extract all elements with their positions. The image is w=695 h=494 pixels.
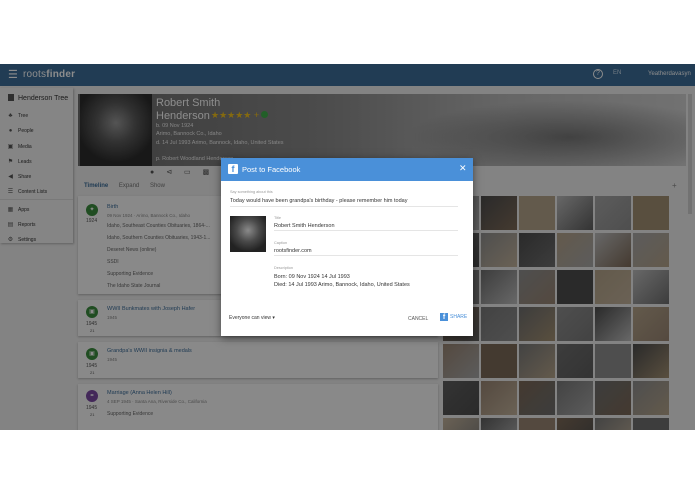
facebook-icon: f bbox=[440, 313, 448, 321]
title-field[interactable]: Robert Smith Henderson bbox=[274, 223, 458, 231]
description-field[interactable]: Born: 09 Nov 1924 14 Jul 1993 Died: 14 J… bbox=[274, 273, 458, 289]
caption-label: Caption bbox=[274, 241, 288, 245]
facebook-icon: f bbox=[228, 164, 238, 174]
caption-field[interactable]: rootsfinder.com bbox=[274, 248, 458, 256]
dialog-header: f Post to Facebook ✕ bbox=[221, 158, 473, 181]
message-input[interactable]: Today would have been grandpa's birthday… bbox=[230, 198, 458, 207]
close-icon[interactable]: ✕ bbox=[459, 163, 467, 174]
audience-select[interactable]: Everyone can view ▾ bbox=[229, 315, 275, 321]
description-line-2: Died: 14 Jul 1993 Arimo, Bannock, Idaho,… bbox=[274, 282, 410, 288]
post-to-facebook-dialog: f Post to Facebook ✕ Say something about… bbox=[221, 158, 473, 336]
description-label: Description bbox=[274, 266, 293, 270]
share-label: SHARE bbox=[450, 314, 468, 320]
title-label: Title bbox=[274, 216, 282, 220]
cancel-button[interactable]: CANCEL bbox=[408, 316, 428, 322]
dialog-title: Post to Facebook bbox=[242, 165, 301, 174]
audience-value: Everyone can view bbox=[229, 315, 271, 321]
share-button[interactable]: f SHARE bbox=[440, 313, 467, 321]
message-label: Say something about this bbox=[230, 190, 273, 194]
chevron-down-icon: ▾ bbox=[272, 315, 275, 321]
description-line-1: Born: 09 Nov 1924 14 Jul 1993 bbox=[274, 274, 350, 280]
app-window: ☰ rootsfinder ? EN Yeatherdavasyn Hender… bbox=[0, 64, 695, 430]
post-thumbnail bbox=[230, 216, 266, 252]
